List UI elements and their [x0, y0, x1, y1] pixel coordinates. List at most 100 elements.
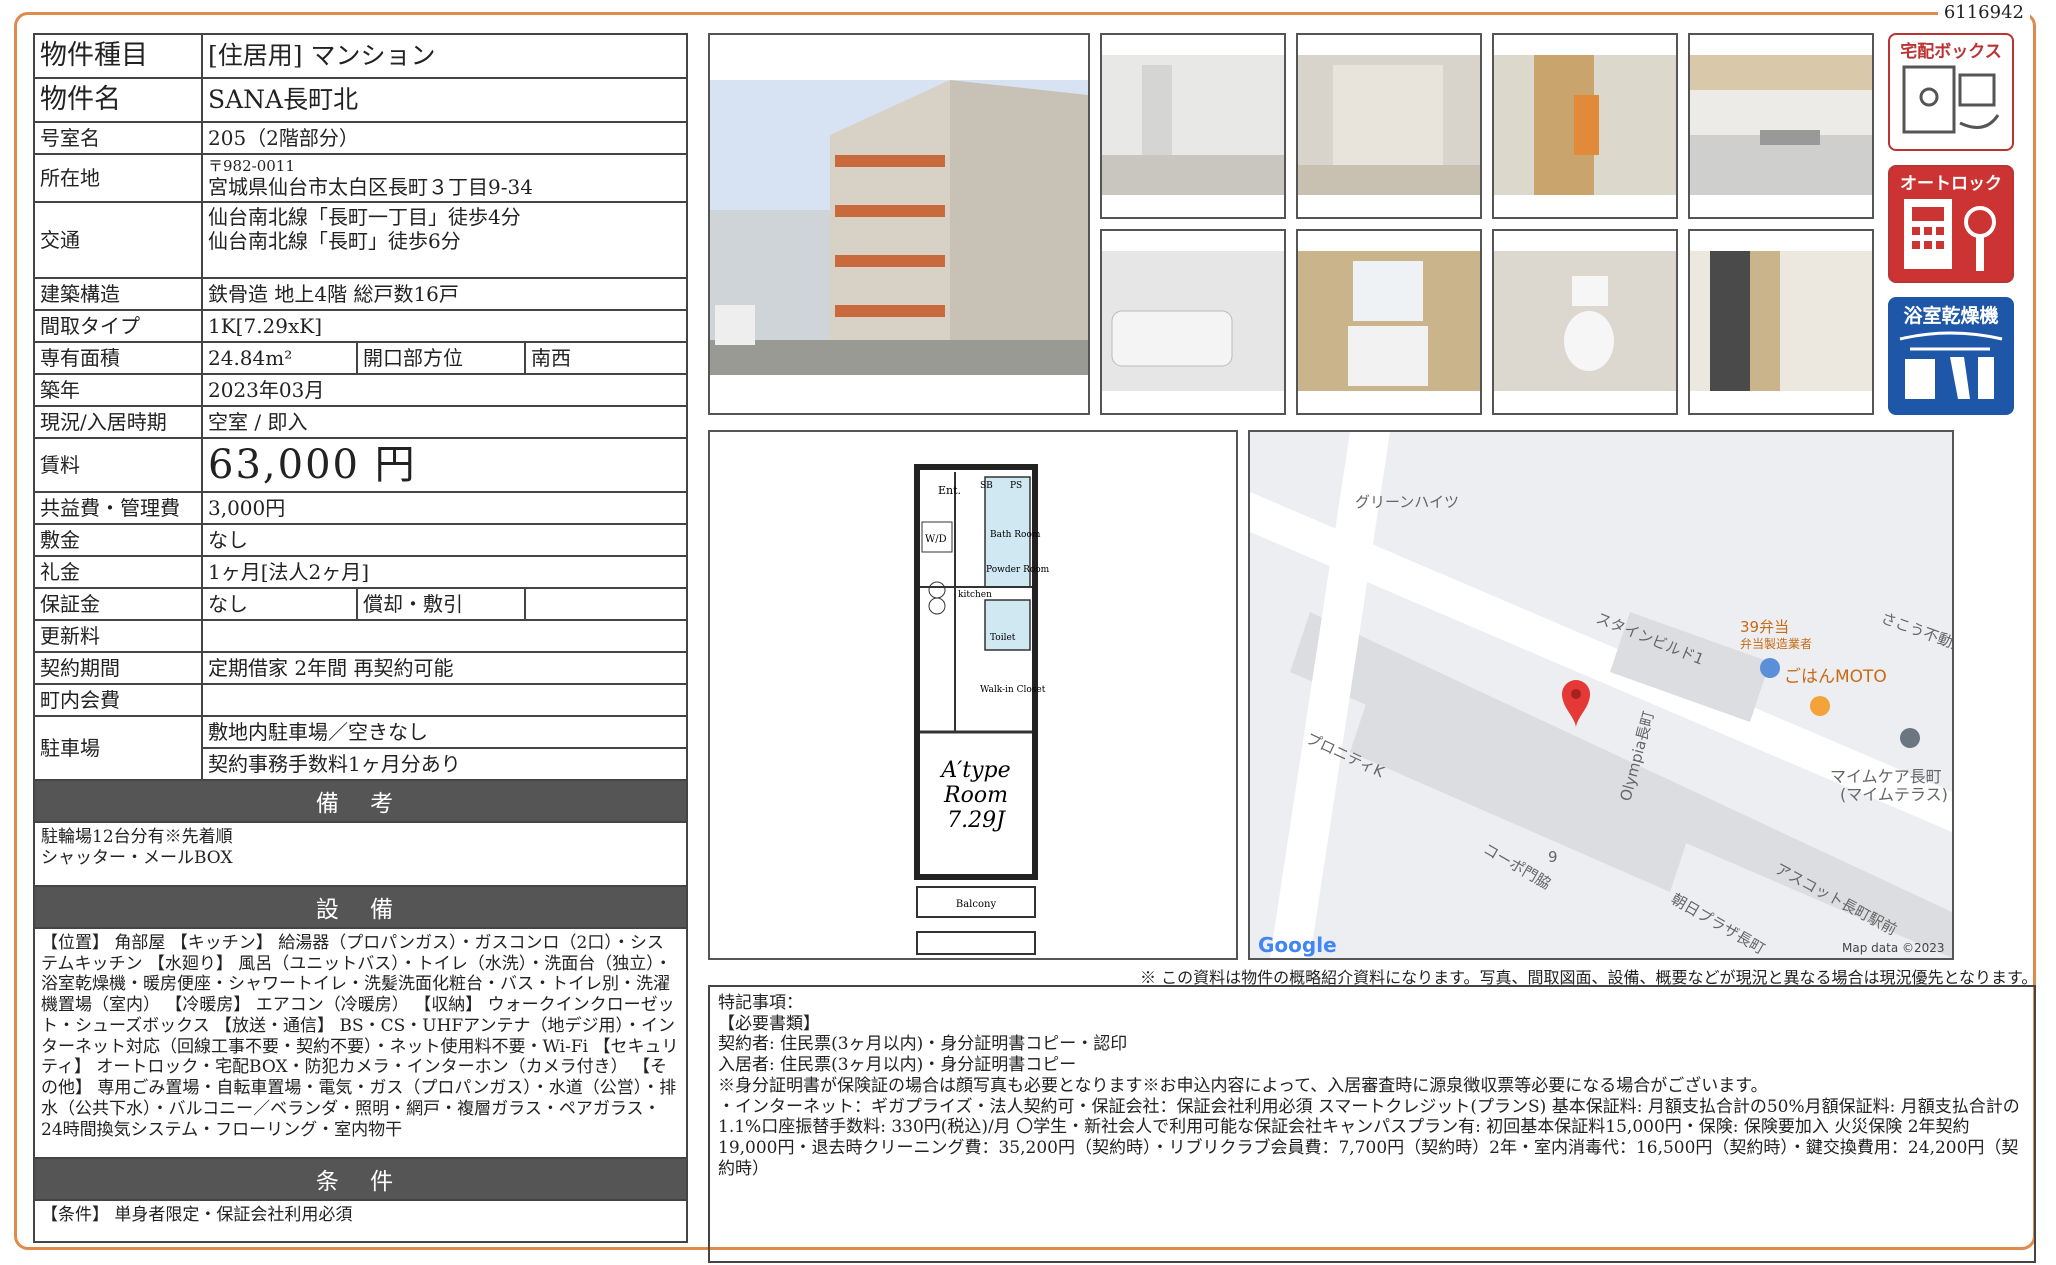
renewal-value	[201, 619, 688, 653]
special-notes: 特記事項： 【必要書類】 契約者: 住民票(3ヶ月以内)・身分証明書コピー・認印…	[708, 985, 2036, 1263]
map-label-greenheights: グリーンハイツ	[1355, 493, 1459, 511]
special-line-6: ・インターネット：ギガプライズ・法人契約可・保証会社：保証会社利用必須 スマート…	[718, 1096, 2020, 1179]
contract-label: 契約期間	[33, 651, 203, 685]
room-value: 205（2階部分）	[201, 121, 688, 155]
type-value: [住居用] マンション	[201, 33, 688, 79]
status-value: 空室 / 即入	[201, 405, 688, 439]
delivery-box-icon: 宅配ボックス	[1888, 33, 2014, 151]
deposit-label: 敷金	[33, 523, 203, 557]
built-label: 築年	[33, 373, 203, 407]
map-label-block: 9	[1548, 848, 1558, 866]
access-label: 交通	[33, 201, 203, 279]
special-line-5: ※身分証明書が保険証の場合は顔写真も必要となります※お申込内容によって、入居審査…	[718, 1075, 1768, 1096]
equipment-header: 設 備	[33, 887, 688, 929]
special-line-1: 特記事項：	[718, 993, 803, 1013]
remarks-line-2: シャッター・メールBOX	[41, 847, 233, 868]
fp-kitchen: kitchen	[958, 590, 992, 600]
address-zip: 〒982-0011	[208, 157, 295, 175]
property-info-table: 物件種目 [住居用] マンション 物件名 SANA長町北 号室名 205（2階部…	[33, 33, 688, 781]
area-label: 専有面積	[33, 341, 203, 375]
fp-type: A′type	[939, 758, 1010, 783]
interior-photo-bathroom	[1100, 229, 1286, 415]
key-money-value: 1ヶ月[法人2ヶ月]	[201, 555, 688, 589]
parking-value-2: 契約事務手数料1ヶ月分あり	[201, 747, 688, 781]
status-label: 現況/入居時期	[33, 405, 203, 439]
parking-value-1: 敷地内駐車場／空きなし	[201, 715, 688, 749]
fp-bath: Bath Room	[990, 530, 1041, 540]
remarks-header: 備 考	[33, 781, 688, 823]
interior-photo-room	[1100, 33, 1286, 219]
interior-photo-closet	[1296, 33, 1482, 219]
conditions-body: 【条件】 単身者限定・保証会社利用必須	[33, 1201, 688, 1243]
fp-sb: SB	[980, 481, 993, 491]
address-value: 〒982-0011 宮城県仙台市太白区長町３丁目9-34	[201, 153, 688, 203]
special-line-2: 【必要書類】	[718, 1013, 820, 1034]
remarks-line-1: 駐輪場12台分有※先着順	[41, 827, 233, 847]
key-money-label: 礼金	[33, 555, 203, 589]
map-label-bento: 39弁当	[1740, 618, 1789, 636]
map-label-bento-type: 弁当製造業者	[1740, 636, 1812, 651]
direction-value: 南西	[524, 341, 688, 375]
fee-label: 共益費・管理費	[33, 491, 203, 525]
address-label: 所在地	[33, 153, 203, 203]
location-map[interactable]: グリーンハイツ スタインビルド1 39弁当 弁当製造業者 ごはんMOTO さこう…	[1248, 430, 1954, 960]
name-value: SANA長町北	[201, 77, 688, 123]
guarantee-label: 保証金	[33, 587, 203, 621]
area-value: 24.84m²	[201, 341, 358, 375]
property-info-panel: 物件種目 [住居用] マンション 物件名 SANA長町北 号室名 205（2階部…	[33, 33, 688, 1243]
structure-value: 鉄骨造 地上4階 総戸数16戸	[201, 277, 688, 311]
fp-toilet: Toilet	[990, 633, 1016, 643]
special-line-4: 入居者: 住民票(3ヶ月以内)・身分証明書コピー	[718, 1055, 1077, 1076]
guarantee-value: なし	[201, 587, 358, 621]
autolock-icon: オートロック	[1888, 165, 2014, 283]
amortization-label: 償却・敷引	[356, 587, 526, 621]
interior-photo-shoebox	[1688, 229, 1874, 415]
building-exterior-photo	[708, 33, 1090, 415]
town-fee-value	[201, 683, 688, 717]
interior-photo-hallway	[1492, 33, 1678, 219]
fp-size: 7.29J	[947, 808, 1006, 833]
rent-value: 63,000 円	[201, 437, 688, 493]
fp-ent: Ent.	[938, 484, 961, 497]
access-value: 仙台南北線「長町一丁目」徒歩4分 仙台南北線「長町」徒歩6分	[201, 201, 688, 279]
fp-walkin: Walk-in Closet	[980, 685, 1046, 695]
map-label-maimu: マイムケア長町	[1830, 767, 1942, 786]
rent-label: 賃料	[33, 437, 203, 493]
equipment-body: 【位置】 角部屋 【キッチン】 給湯器（プロパンガス）・ガスコンロ（2口）・シス…	[33, 929, 688, 1159]
room-label: 号室名	[33, 121, 203, 155]
google-logo: Google	[1258, 933, 1337, 957]
access-line-1: 仙台南北線「長町一丁目」徒歩4分	[208, 205, 521, 229]
address-text: 宮城県仙台市太白区長町３丁目9-34	[208, 175, 533, 199]
fee-value: 3,000円	[201, 491, 688, 525]
fp-powder: Powder Room	[986, 565, 1050, 575]
renewal-label: 更新料	[33, 619, 203, 653]
interior-photo-toilet	[1492, 229, 1678, 415]
map-copyright: Map data ©2023	[1842, 941, 1945, 955]
built-value: 2023年03月	[201, 373, 688, 407]
type-label: 物件種目	[33, 33, 203, 79]
fp-balcony: Balcony	[956, 899, 997, 910]
floor-plan: Ent. SB PS W/D Bath Room Powder Room kit…	[708, 430, 1238, 960]
special-line-3: 契約者: 住民票(3ヶ月以内)・身分証明書コピー・認印	[718, 1034, 1128, 1055]
name-label: 物件名	[33, 77, 203, 123]
direction-label: 開口部方位	[356, 341, 526, 375]
fp-wd: W/D	[925, 534, 947, 545]
document-id: 6116942	[1937, 2, 2030, 23]
map-label-gohan: ごはんMOTO	[1784, 667, 1887, 687]
layout-label: 間取タイプ	[33, 309, 203, 343]
parking-label: 駐車場	[33, 715, 203, 781]
access-line-2: 仙台南北線「長町」徒歩6分	[208, 229, 461, 253]
town-fee-label: 町内会費	[33, 683, 203, 717]
remarks-body: 駐輪場12台分有※先着順 シャッター・メールBOX	[33, 823, 688, 887]
bathroom-dryer-icon: 浴室乾燥機	[1888, 297, 2014, 415]
layout-value: 1K[7.29xK]	[201, 309, 688, 343]
contract-value: 定期借家 2年間 再契約可能	[201, 651, 688, 685]
fp-ps: PS	[1010, 481, 1022, 491]
conditions-header: 条 件	[33, 1159, 688, 1201]
interior-photo-washroom	[1296, 229, 1482, 415]
map-label-maimu-terrace: (マイムテラス)	[1840, 785, 1948, 804]
amortization-value	[524, 587, 688, 621]
fp-room: Room	[943, 783, 1008, 808]
structure-label: 建築構造	[33, 277, 203, 311]
deposit-value: なし	[201, 523, 688, 557]
